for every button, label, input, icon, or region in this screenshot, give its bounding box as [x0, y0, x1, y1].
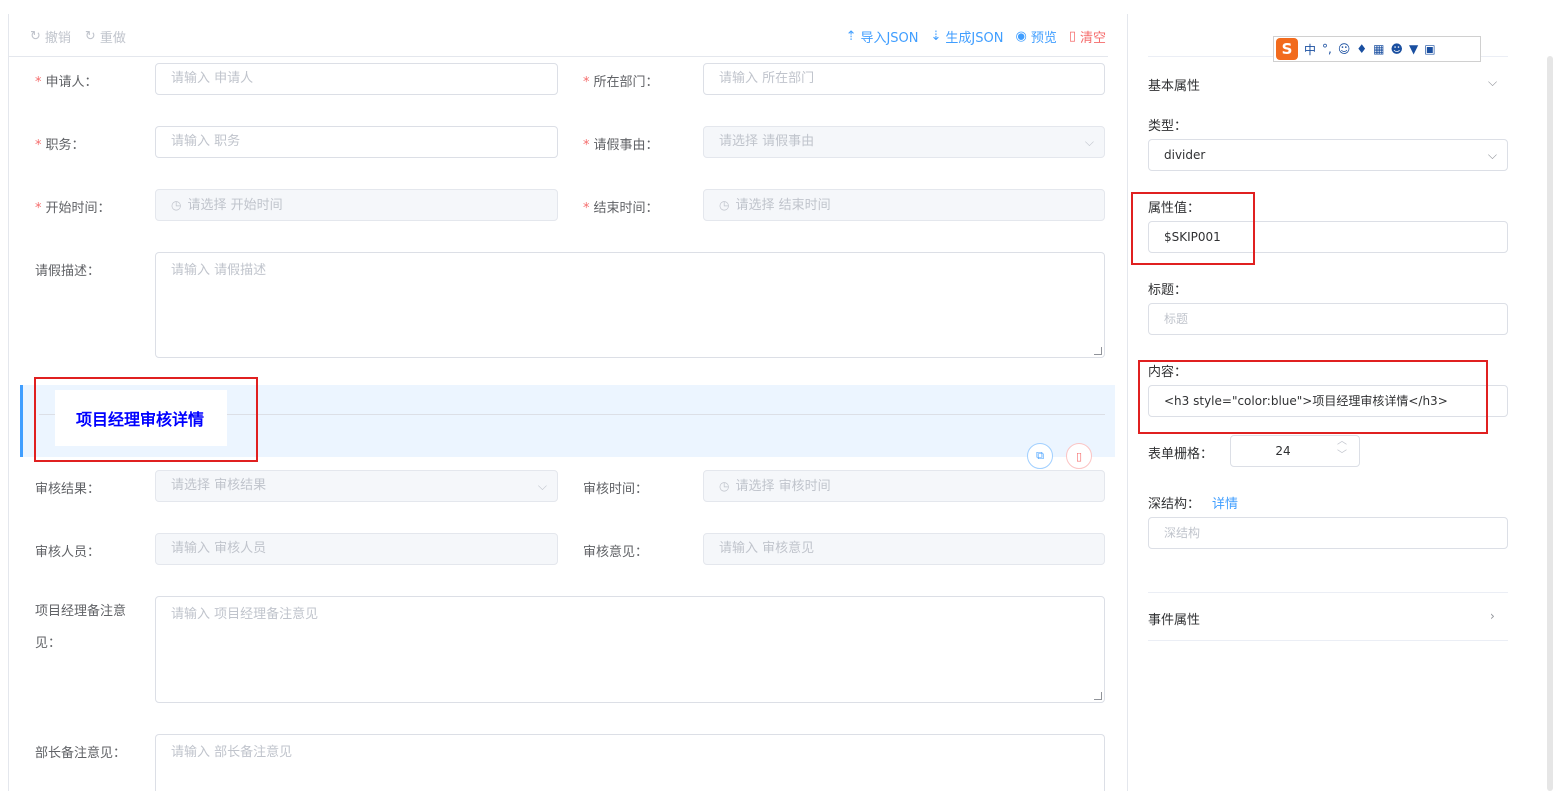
deep-label: 深结构： 详情	[1148, 497, 1239, 512]
chevron-down-icon: ⌵	[537, 479, 547, 493]
applicant-input[interactable]: 请输入 申请人	[155, 63, 558, 95]
shirt-icon[interactable]: ▼	[1409, 42, 1418, 56]
leave-desc-label: 请假描述：	[35, 264, 101, 279]
resize-handle-icon[interactable]	[1094, 347, 1102, 355]
minister-remark-textarea[interactable]: 请输入 部长备注意见	[155, 734, 1105, 791]
end-time-label: * 结束时间：	[583, 201, 659, 216]
minister-remark-label: 部长备注意见：	[35, 746, 127, 761]
redo-button[interactable]: ↻ 重做	[85, 27, 126, 46]
title-input[interactable]: 标题	[1148, 303, 1508, 335]
clock-icon: ◷	[171, 198, 182, 212]
panel-divider	[1127, 14, 1128, 791]
trash-icon: ▯	[1075, 449, 1083, 463]
delete-button[interactable]: ▯	[1066, 443, 1092, 469]
highlight-box-prop-value	[1131, 192, 1255, 265]
leave-desc-textarea[interactable]: 请输入 请假描述	[155, 252, 1105, 358]
scrollbar[interactable]	[1547, 56, 1553, 791]
trash-icon: ▯	[1068, 29, 1076, 44]
download-icon: ⇣	[930, 29, 942, 44]
review-result-label: 审核结果：	[35, 482, 101, 497]
review-result-select[interactable]: 请选择 审核结果 ⌵	[155, 470, 558, 502]
resize-handle-icon[interactable]	[1094, 692, 1102, 700]
undo-icon: ↻	[30, 29, 41, 44]
microphone-icon[interactable]: ♦	[1356, 42, 1367, 56]
end-time-picker[interactable]: ◷ 请选择 结束时间	[703, 189, 1105, 221]
sogou-logo-icon: S	[1276, 38, 1298, 60]
panel-separator	[1148, 592, 1508, 593]
clear-button[interactable]: ▯ 清空	[1069, 27, 1106, 46]
event-props-header[interactable]: 事件属性	[1148, 609, 1200, 628]
chevron-down-icon[interactable]: ⌵	[1488, 75, 1497, 90]
chevron-down-icon: ⌵	[1084, 135, 1094, 149]
start-time-label: * 开始时间：	[35, 201, 111, 216]
leave-reason-label: * 请假事由：	[583, 138, 659, 153]
upload-icon: ⇡	[845, 29, 857, 44]
review-time-picker[interactable]: ◷ 请选择 审核时间	[703, 470, 1105, 502]
position-label: * 职务：	[35, 138, 85, 153]
clock-icon: ◷	[719, 479, 730, 493]
canvas-left-border	[8, 14, 9, 791]
ime-toolbar[interactable]: S 中 °, ☺ ♦ ▦ ☻ ▼ ▣	[1273, 36, 1481, 62]
position-input[interactable]: 请输入 职务	[155, 126, 558, 158]
review-opinion-input[interactable]: 请输入 审核意见	[703, 533, 1105, 565]
type-select[interactable]: divider ⌵	[1148, 139, 1508, 171]
keyboard-icon[interactable]: ▦	[1373, 42, 1384, 56]
pm-remark-label: 项目经理备注意 见：	[35, 604, 127, 651]
grid-icon[interactable]: ▣	[1424, 42, 1435, 56]
toolbar: ↻ 撤销 ↻ 重做 ⇡ 导入JSON ⇣ 生成JSON ◉ 预览 ▯ 清空	[8, 14, 1108, 57]
department-input[interactable]: 请输入 所在部门	[703, 63, 1105, 95]
applicant-label: * 申请人：	[35, 75, 98, 90]
title-label: 标题：	[1148, 283, 1188, 298]
deep-input[interactable]: 深结构	[1148, 517, 1508, 549]
start-time-picker[interactable]: ◷ 请选择 开始时间	[155, 189, 558, 221]
copy-button[interactable]: ⧉	[1027, 443, 1053, 469]
review-time-label: 审核时间：	[583, 482, 649, 497]
stepper-up-icon[interactable]: ︿	[1337, 436, 1347, 449]
copy-icon: ⧉	[1036, 449, 1044, 462]
leave-reason-select[interactable]: 请选择 请假事由 ⌵	[703, 126, 1105, 158]
user-icon[interactable]: ☻	[1390, 42, 1403, 56]
grid-label: 表单栅格：	[1148, 447, 1214, 462]
reviewer-input[interactable]: 请输入 审核人员	[155, 533, 558, 565]
chevron-down-icon: ⌵	[1487, 148, 1497, 162]
redo-icon: ↻	[84, 29, 96, 44]
basic-props-header[interactable]: 基本属性	[1148, 75, 1200, 94]
import-json-button[interactable]: ⇡ 导入JSON	[846, 27, 919, 46]
department-label: * 所在部门：	[583, 75, 659, 90]
pm-remark-textarea[interactable]: 请输入 项目经理备注意见	[155, 596, 1105, 703]
chevron-right-icon[interactable]: ›	[1490, 609, 1495, 623]
undo-button[interactable]: ↻ 撤销	[30, 27, 71, 46]
panel-separator	[1148, 640, 1508, 641]
reviewer-label: 审核人员：	[35, 545, 101, 560]
preview-button[interactable]: ◉ 预览	[1015, 27, 1056, 46]
generate-json-button[interactable]: ⇣ 生成JSON	[931, 27, 1004, 46]
smiley-icon[interactable]: ☺	[1338, 42, 1351, 56]
deep-detail-link[interactable]: 详情	[1212, 497, 1238, 512]
review-opinion-label: 审核意见：	[583, 545, 649, 560]
type-label: 类型：	[1148, 119, 1188, 134]
highlight-box-divider	[34, 377, 258, 462]
stepper-down-icon[interactable]: ﹀	[1337, 449, 1347, 463]
highlight-box-content	[1138, 360, 1488, 434]
grid-number-input[interactable]: 24 ︿ ﹀	[1230, 435, 1360, 467]
eye-icon: ◉	[1015, 29, 1027, 44]
clock-icon: ◷	[719, 198, 730, 212]
